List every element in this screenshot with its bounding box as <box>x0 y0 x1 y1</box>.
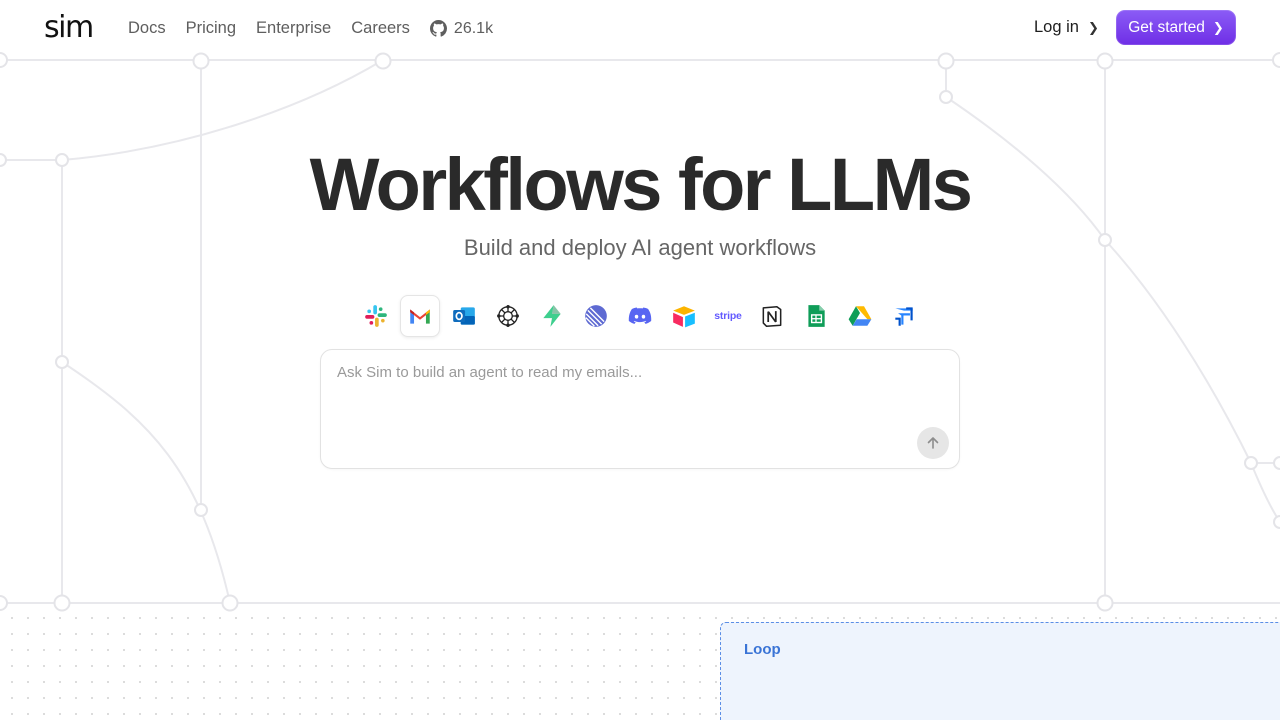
agent-prompt-input[interactable] <box>337 364 937 424</box>
jira-icon[interactable] <box>882 295 926 337</box>
get-started-button[interactable]: Get started ❯ <box>1116 10 1236 45</box>
loop-block-label: Loop <box>744 641 781 658</box>
hero-title: Workflows for LLMs <box>309 143 973 226</box>
top-navbar: sim Docs Pricing Enterprise Careers 26.1… <box>0 0 1280 58</box>
stripe-wordmark: stripe <box>714 310 742 322</box>
nav-link-pricing[interactable]: Pricing <box>186 19 236 38</box>
get-started-label: Get started <box>1128 18 1205 36</box>
nav-link-careers[interactable]: Careers <box>351 19 410 38</box>
nav-link-docs[interactable]: Docs <box>128 19 166 38</box>
send-button[interactable] <box>917 427 949 459</box>
supabase-icon[interactable] <box>530 295 574 337</box>
pinecone-icon[interactable] <box>486 295 530 337</box>
chevron-right-icon: ❯ <box>1087 19 1099 35</box>
hero-subtitle: Build and deploy AI agent workflows <box>463 235 817 260</box>
gmail-icon[interactable] <box>400 295 440 337</box>
loop-block[interactable]: Loop <box>720 622 1280 720</box>
sim-logo[interactable]: sim <box>44 10 94 45</box>
google-drive-icon[interactable] <box>838 295 882 337</box>
main-nav: Docs Pricing Enterprise Careers 26.1k <box>128 19 493 38</box>
chevron-right-icon: ❯ <box>1212 19 1224 35</box>
github-icon <box>429 20 447 37</box>
nav-link-enterprise[interactable]: Enterprise <box>256 19 331 38</box>
stripe-icon[interactable]: stripe <box>706 295 750 337</box>
notion-icon[interactable] <box>750 295 794 337</box>
arrow-up-icon <box>927 437 939 449</box>
agent-prompt-box <box>320 349 960 469</box>
linear-icon[interactable] <box>574 295 618 337</box>
login-button[interactable]: Log in ❯ <box>1034 18 1099 37</box>
github-stars-link[interactable]: 26.1k <box>429 19 494 38</box>
slack-icon[interactable] <box>354 295 398 337</box>
login-label: Log in <box>1034 18 1079 36</box>
airtable-icon[interactable] <box>662 295 706 337</box>
discord-icon[interactable] <box>618 295 662 337</box>
google-sheets-icon[interactable] <box>794 295 838 337</box>
github-star-count: 26.1k <box>453 19 494 37</box>
integration-icon-strip: stripe <box>354 295 926 337</box>
outlook-icon[interactable] <box>442 295 486 337</box>
